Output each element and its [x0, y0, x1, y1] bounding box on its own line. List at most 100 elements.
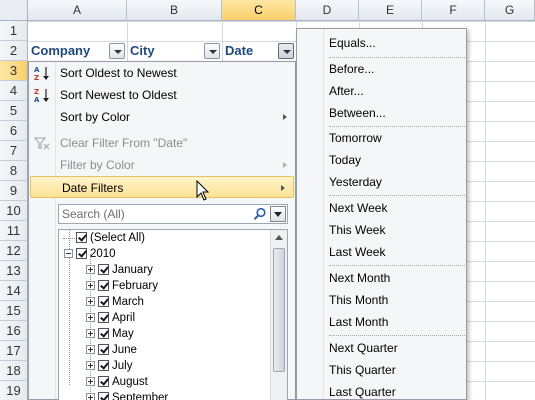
submenu-item-last-quarter[interactable]: Last Quarter [329, 381, 396, 400]
scroll-thumb[interactable] [273, 248, 285, 372]
tree-line [63, 238, 75, 239]
search-placeholder: Search (All) [62, 207, 125, 221]
tree-item-month[interactable]: February [86, 278, 158, 294]
tree-item-month[interactable]: August [86, 374, 148, 390]
row-header[interactable]: 10 [0, 201, 28, 221]
checkbox[interactable] [98, 312, 109, 323]
column-header-g[interactable]: G [485, 0, 535, 21]
row-header[interactable]: 13 [0, 261, 28, 281]
tree-item-month[interactable]: May [86, 326, 134, 342]
sort-oldest-to-newest[interactable]: A Z Sort Oldest to Newest [29, 62, 295, 84]
checkbox[interactable] [98, 264, 109, 275]
column-header-c[interactable]: C [222, 0, 296, 21]
submenu-item-yesterday[interactable]: Yesterday [329, 171, 382, 193]
checkbox[interactable] [76, 248, 87, 259]
checkbox[interactable] [98, 360, 109, 371]
city-filter-button[interactable] [204, 43, 220, 59]
submenu-item-next-month[interactable]: Next Month [329, 267, 390, 289]
tree-item-month[interactable]: July [86, 358, 132, 374]
submenu-item-next-quarter[interactable]: Next Quarter [329, 337, 398, 359]
column-header-a[interactable]: A [28, 0, 127, 21]
submenu-arrow-icon [283, 162, 287, 168]
expand-icon[interactable] [86, 281, 95, 290]
checkbox[interactable] [98, 296, 109, 307]
row-header[interactable]: 2 [0, 41, 28, 61]
checkbox[interactable] [98, 392, 109, 400]
tree-item-month[interactable]: September [86, 390, 168, 400]
svg-text:A: A [34, 66, 40, 74]
submenu-item-this-week[interactable]: This Week [329, 219, 385, 241]
row-header[interactable]: 19 [0, 381, 28, 400]
submenu-item-before[interactable]: Before... [329, 58, 374, 80]
column-header-d[interactable]: D [296, 0, 359, 21]
expand-icon[interactable] [86, 377, 95, 386]
checkbox[interactable] [98, 376, 109, 387]
search-icon [253, 207, 267, 221]
submenu-item-last-week[interactable]: Last Week [329, 241, 385, 263]
checkbox[interactable] [76, 232, 87, 243]
date-filters[interactable]: Date Filters [30, 176, 294, 198]
checkbox[interactable] [98, 280, 109, 291]
submenu-item-after[interactable]: After... [329, 80, 364, 102]
menu-icon-column [297, 29, 324, 399]
expand-icon[interactable] [86, 265, 95, 274]
checkbox[interactable] [98, 344, 109, 355]
column-header-e[interactable]: E [359, 0, 422, 21]
submenu-item-today[interactable]: Today [329, 149, 361, 171]
row-header[interactable]: 17 [0, 341, 28, 361]
row-header[interactable]: 9 [0, 181, 28, 201]
expand-icon[interactable] [86, 361, 95, 370]
row-header[interactable]: 16 [0, 321, 28, 341]
expand-icon[interactable] [86, 329, 95, 338]
row-header[interactable]: 1 [0, 21, 28, 41]
date-filter-button[interactable] [278, 43, 294, 59]
scroll-up-icon[interactable] [271, 230, 287, 246]
row-header[interactable]: 11 [0, 221, 28, 241]
sort-newest-to-oldest[interactable]: Z A Sort Newest to Oldest [29, 84, 295, 106]
filter-search-box[interactable]: Search (All) [58, 204, 288, 224]
search-dropdown-button[interactable] [270, 206, 286, 222]
filter-value-tree: (Select All) 2010 January February March… [58, 229, 288, 400]
checkbox[interactable] [98, 328, 109, 339]
expand-icon[interactable] [86, 313, 95, 322]
collapse-icon[interactable] [64, 249, 73, 258]
tree-scrollbar[interactable] [270, 230, 287, 400]
date-filters-submenu: Equals... Before... After... Between... … [296, 28, 467, 400]
grid-line [485, 21, 486, 400]
tree-item-select-all[interactable]: (Select All) [76, 230, 145, 246]
svg-text:Z: Z [34, 88, 39, 96]
column-header-f[interactable]: F [422, 0, 485, 21]
filter-by-color[interactable]: Filter by Color [29, 154, 295, 176]
row-header[interactable]: 5 [0, 101, 28, 121]
submenu-item-between[interactable]: Between... [329, 102, 386, 124]
row-header[interactable]: 4 [0, 81, 28, 101]
submenu-item-this-quarter[interactable]: This Quarter [329, 359, 396, 381]
tree-item-month[interactable]: March [86, 294, 144, 310]
expand-icon[interactable] [86, 297, 95, 306]
submenu-item-tomorrow[interactable]: Tomorrow [329, 127, 382, 149]
tree-item-month[interactable]: January [86, 262, 153, 278]
row-header[interactable]: 3 [0, 61, 28, 81]
submenu-item-next-week[interactable]: Next Week [329, 197, 387, 219]
row-header[interactable]: 6 [0, 121, 28, 141]
submenu-item-equals[interactable]: Equals... [329, 32, 376, 54]
row-header[interactable]: 7 [0, 141, 28, 161]
select-all-corner[interactable] [0, 0, 28, 21]
tree-item-month[interactable]: June [86, 342, 137, 358]
row-header[interactable]: 15 [0, 301, 28, 321]
sort-by-color[interactable]: Sort by Color [29, 106, 295, 128]
row-header[interactable]: 8 [0, 161, 28, 181]
submenu-item-last-month[interactable]: Last Month [329, 311, 388, 333]
row-header[interactable]: 14 [0, 281, 28, 301]
autofilter-menu: A Z Sort Oldest to Newest Z A Sort Newes… [28, 61, 296, 400]
company-filter-button[interactable] [109, 43, 125, 59]
row-header[interactable]: 12 [0, 241, 28, 261]
expand-icon[interactable] [86, 345, 95, 354]
row-header[interactable]: 18 [0, 361, 28, 381]
column-header-b[interactable]: B [127, 0, 222, 21]
tree-item-year[interactable]: 2010 [64, 246, 116, 262]
tree-item-month[interactable]: April [86, 310, 135, 326]
clear-filter[interactable]: Clear Filter From "Date" [29, 132, 295, 154]
expand-icon[interactable] [86, 393, 95, 400]
submenu-item-this-month[interactable]: This Month [329, 289, 388, 311]
